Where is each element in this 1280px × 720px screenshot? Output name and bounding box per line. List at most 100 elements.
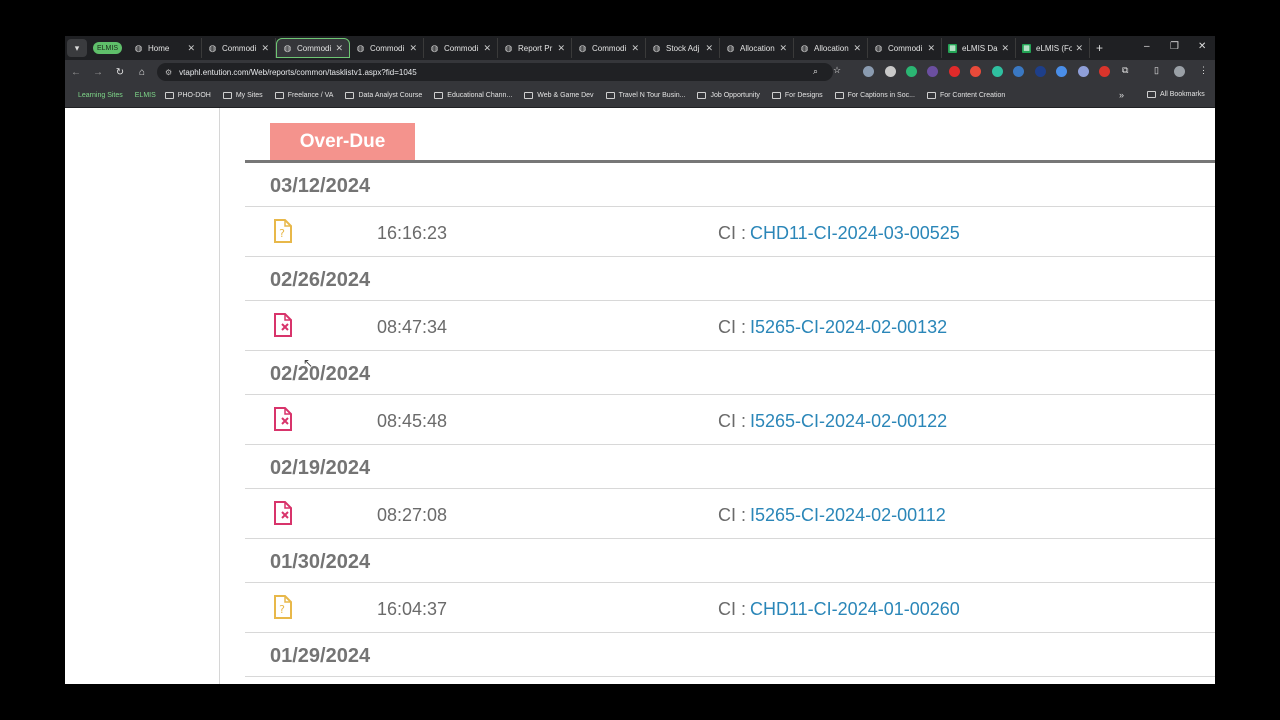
browser-tab[interactable]: ◍ Report Pr ✕: [498, 38, 573, 58]
bookmark-folder[interactable]: Job Opportunity: [697, 92, 760, 99]
extension-icon[interactable]: [885, 66, 896, 77]
site-info-icon[interactable]: ⚙: [165, 68, 172, 77]
bookmark-folder[interactable]: PHO-DOH: [164, 92, 211, 99]
browser-tab[interactable]: ◍ Home ✕: [128, 38, 203, 58]
close-tab-icon[interactable]: ✕: [853, 43, 861, 54]
new-tab-icon[interactable]: +: [1096, 41, 1103, 55]
more-bookmarks-icon[interactable]: »: [1119, 90, 1124, 100]
browser-tab[interactable]: ◍ Stock Adj ✕: [646, 38, 721, 58]
minimize-icon[interactable]: –: [1144, 41, 1150, 52]
task-reference-link[interactable]: I5265-CI-2024-02-00132: [750, 317, 947, 338]
tab-label: Commodi: [888, 43, 923, 53]
close-tab-icon[interactable]: ✕: [335, 43, 343, 54]
bookmark-group-chip[interactable]: ELMIS: [132, 91, 159, 100]
close-tab-icon[interactable]: ✕: [631, 43, 639, 54]
home-icon[interactable]: ⌂: [131, 67, 153, 78]
task-reference-link[interactable]: I5265-CI-2024-02-00112: [750, 505, 946, 526]
close-tab-icon[interactable]: ✕: [1001, 43, 1009, 54]
bookmark-group-chip[interactable]: Learning Sites: [75, 91, 126, 100]
url-text: vtaphl.entution.com/Web/reports/common/t…: [179, 67, 417, 77]
browser-tab[interactable]: ◍ Allocation ✕: [794, 38, 869, 58]
bookmark-folder[interactable]: Educational Chann...: [434, 92, 512, 99]
bookmark-folder[interactable]: Travel N Tour Busin...: [605, 92, 685, 99]
browser-tab[interactable]: ▦ eLMIS (Fo ✕: [1016, 38, 1091, 58]
close-tab-icon[interactable]: ✕: [187, 43, 195, 54]
close-tab-icon[interactable]: ✕: [705, 43, 713, 54]
profile-avatar[interactable]: [1174, 66, 1185, 77]
bookmark-folder[interactable]: My Sites: [222, 92, 263, 99]
close-window-icon[interactable]: ✕: [1198, 41, 1206, 52]
extension-icon[interactable]: [1078, 66, 1089, 77]
task-row: 08:47:34 CI : I5265-CI-2024-02-00132: [245, 301, 1215, 351]
close-tab-icon[interactable]: ✕: [409, 43, 417, 54]
browser-tab[interactable]: ◍ Commodi ✕: [202, 38, 277, 58]
tab-label: Commodi: [297, 43, 332, 53]
reload-icon[interactable]: ↻: [109, 67, 131, 78]
tab-group-chip[interactable]: ELMIS: [93, 42, 123, 54]
all-bookmarks[interactable]: All Bookmarks: [1147, 91, 1205, 98]
close-tab-icon[interactable]: ✕: [261, 43, 269, 54]
tab-search-icon[interactable]: ▾: [67, 39, 87, 57]
close-tab-icon[interactable]: ✕: [779, 43, 787, 54]
close-tab-icon[interactable]: ✕: [927, 43, 935, 54]
browser-tab[interactable]: ◍ Commodi ✕: [424, 38, 499, 58]
close-tab-icon[interactable]: ✕: [1075, 43, 1083, 54]
extension-icon[interactable]: [927, 66, 938, 77]
task-reference-link[interactable]: CHD11-CI-2024-01-00260: [750, 599, 960, 620]
bookmark-star-icon[interactable]: ☆: [833, 65, 841, 76]
extension-icon[interactable]: [970, 66, 981, 77]
globe-icon: ◍: [578, 42, 587, 53]
tab-label: Allocation: [740, 43, 775, 53]
globe-icon: ◍: [283, 42, 292, 53]
folder-icon: [926, 92, 936, 99]
browser-tab[interactable]: ◍ Commodi ✕: [350, 38, 425, 58]
task-reference-link[interactable]: CHD11-CI-2024-03-00525: [750, 223, 960, 244]
bookmark-label: ELMIS: [134, 92, 156, 99]
bookmark-folder[interactable]: For Captions in Soc...: [834, 92, 915, 99]
folder-icon: [1147, 91, 1156, 98]
folder-icon: [274, 92, 284, 99]
browser-tab[interactable]: ◍ Allocation ✕: [720, 38, 795, 58]
task-reference-link[interactable]: I5265-CI-2024-02-00122: [750, 411, 947, 432]
bookmark-folder[interactable]: For Content Creation: [926, 92, 1005, 99]
bookmark-folder[interactable]: Web & Game Dev: [524, 92, 594, 99]
all-bookmarks-label: All Bookmarks: [1160, 91, 1205, 98]
extension-icon[interactable]: [1099, 66, 1110, 77]
date-group-header: 02/26/2024: [245, 257, 1215, 301]
address-bar[interactable]: ⚙ vtaphl.entution.com/Web/reports/common…: [157, 63, 833, 81]
forward-icon[interactable]: →: [87, 67, 109, 78]
bookmark-folder[interactable]: For Designs: [771, 92, 823, 99]
extension-icon[interactable]: [1035, 66, 1046, 77]
browser-menu-icon[interactable]: ⋮: [1199, 65, 1208, 76]
extension-icon[interactable]: [1013, 66, 1024, 77]
rejected-document-icon[interactable]: [273, 501, 293, 525]
overdue-section-badge: Over-Due: [270, 123, 415, 161]
grammarly-icon[interactable]: [906, 66, 917, 77]
extension-icon[interactable]: [863, 66, 874, 77]
pending-document-icon[interactable]: ?: [273, 595, 293, 619]
browser-tab[interactable]: ▦ eLMIS Da ✕: [942, 38, 1017, 58]
rejected-document-icon[interactable]: [273, 407, 293, 431]
extension-icon[interactable]: [992, 66, 1003, 77]
bookmark-folder[interactable]: Freelance / VA: [274, 92, 333, 99]
restore-icon[interactable]: ❐: [1170, 41, 1179, 52]
close-tab-icon[interactable]: ✕: [483, 43, 491, 54]
browser-tab[interactable]: ◍ Commodi ✕: [276, 38, 351, 58]
extension-icon[interactable]: [1056, 66, 1067, 77]
bookmark-folder[interactable]: Data Analyst Course: [345, 92, 422, 99]
pending-document-icon[interactable]: ?: [273, 219, 293, 243]
folder-icon: [834, 92, 844, 99]
group-date: 02/20/2024: [270, 363, 371, 385]
pinterest-icon[interactable]: [949, 66, 960, 77]
browser-tab[interactable]: ◍ Commodi ✕: [572, 38, 647, 58]
zoom-icon[interactable]: ⌕: [813, 66, 818, 77]
date-group-header: 03/12/2024: [245, 163, 1215, 207]
folder-icon: [697, 92, 707, 99]
rejected-document-icon[interactable]: [273, 313, 293, 337]
date-group-header: 02/19/2024: [245, 445, 1215, 489]
side-panel-icon[interactable]: ▯: [1154, 65, 1159, 76]
back-icon[interactable]: ←: [65, 67, 87, 78]
close-tab-icon[interactable]: ✕: [557, 43, 565, 54]
extensions-puzzle-icon[interactable]: ⧉: [1122, 65, 1128, 76]
browser-tab[interactable]: ◍ Commodi ✕: [868, 38, 943, 58]
